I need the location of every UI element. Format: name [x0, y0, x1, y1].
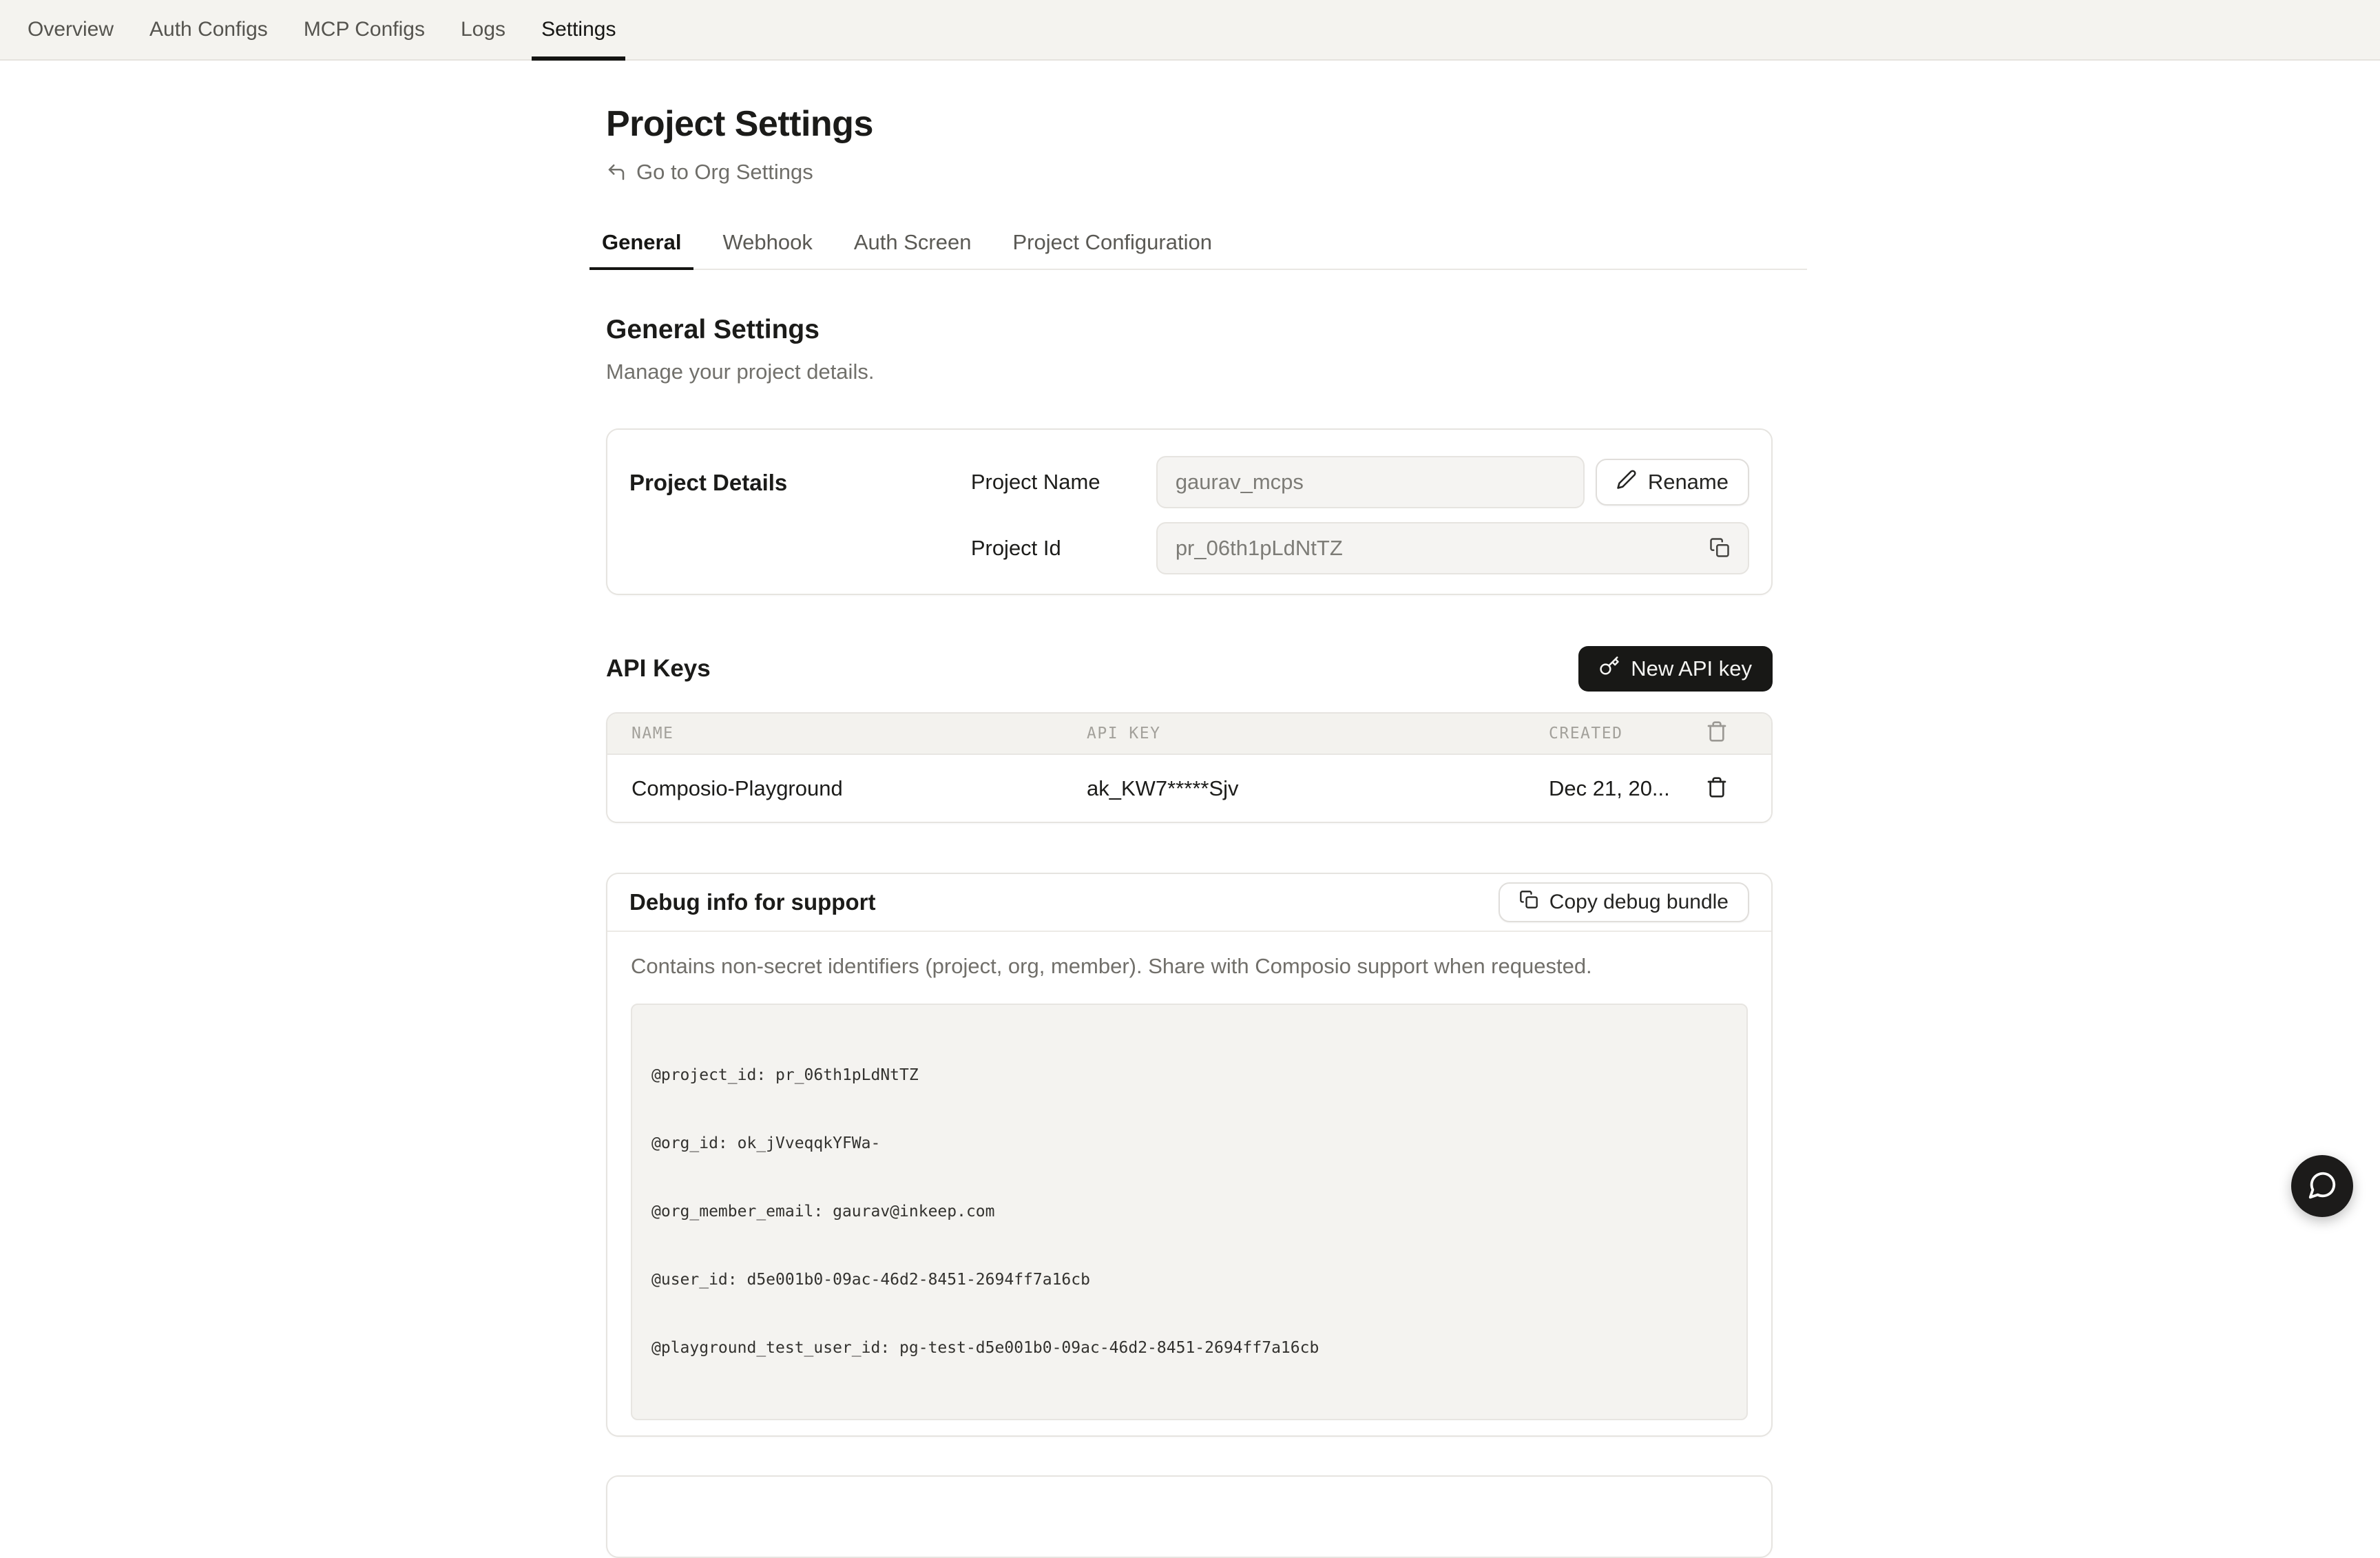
- copy-icon: [1519, 890, 1538, 915]
- general-settings-subtitle: Manage your project details.: [606, 360, 1807, 384]
- copy-debug-bundle-label: Copy debug bundle: [1549, 891, 1729, 914]
- api-keys-title: API Keys: [606, 655, 711, 683]
- tab-label: General: [602, 230, 681, 254]
- nav-tab-label: Overview: [28, 18, 114, 41]
- project-details-card-title: Project Details: [629, 456, 971, 574]
- nav-tab-mcp-configs[interactable]: MCP Configs: [294, 0, 435, 59]
- debug-card-body: Contains non-secret identifiers (project…: [607, 932, 1771, 1435]
- code-line: @project_id: pr_06th1pLdNtTZ: [651, 1064, 1727, 1087]
- page-title: Project Settings: [606, 103, 1807, 145]
- code-line: @user_id: d5e001b0-09ac-46d2-8451-2694ff…: [651, 1269, 1727, 1291]
- api-keys-header: API Keys New API key: [606, 646, 1773, 692]
- next-section-card: [606, 1475, 1773, 1558]
- project-details-fields: Project Name gaurav_mcps Rename Project …: [971, 456, 1749, 574]
- settings-tabs: General Webhook Auth Screen Project Conf…: [589, 218, 1807, 270]
- tab-project-configuration[interactable]: Project Configuration: [1000, 218, 1224, 269]
- chat-bubble-icon: [2306, 1170, 2338, 1203]
- api-key-created-cell: Dec 21, 20...: [1549, 776, 1706, 801]
- project-id-label: Project Id: [971, 536, 1156, 561]
- project-name-row: Project Name gaurav_mcps Rename: [971, 456, 1749, 508]
- nav-tab-label: MCP Configs: [304, 18, 425, 41]
- rename-button[interactable]: Rename: [1596, 459, 1749, 506]
- tab-auth-screen[interactable]: Auth Screen: [842, 218, 984, 269]
- project-name-value: gaurav_mcps: [1176, 470, 1304, 495]
- tab-label: Webhook: [722, 230, 812, 254]
- column-header-name: NAME: [607, 725, 1087, 742]
- key-icon: [1599, 656, 1620, 682]
- debug-card-header: Debug info for support Copy debug bundle: [607, 874, 1771, 932]
- project-id-field: pr_06th1pLdNtTZ: [1156, 522, 1749, 574]
- nav-tab-settings[interactable]: Settings: [532, 0, 625, 59]
- new-api-key-button-label: New API key: [1631, 656, 1752, 681]
- delete-api-key-button[interactable]: [1706, 776, 1728, 800]
- pencil-icon: [1616, 469, 1637, 495]
- api-key-name-cell: Composio-Playground: [607, 776, 1087, 801]
- nav-tab-label: Auth Configs: [149, 18, 268, 41]
- project-id-value: pr_06th1pLdNtTZ: [1176, 536, 1343, 561]
- project-name-label: Project Name: [971, 470, 1156, 495]
- code-line: @org_member_email: gaurav@inkeep.com: [651, 1201, 1727, 1223]
- org-settings-link[interactable]: Go to Org Settings: [606, 160, 813, 185]
- column-header-actions: [1706, 720, 1771, 747]
- tab-label: Auth Screen: [854, 230, 972, 254]
- nav-tab-auth-configs[interactable]: Auth Configs: [140, 0, 278, 59]
- project-details-card: Project Details Project Name gaurav_mcps…: [606, 428, 1773, 595]
- tab-label: Project Configuration: [1012, 230, 1212, 254]
- tab-general[interactable]: General: [589, 218, 693, 269]
- column-header-api-key: API KEY: [1087, 725, 1549, 742]
- top-nav: Overview Auth Configs MCP Configs Logs S…: [0, 0, 2380, 61]
- api-keys-table: NAME API KEY CREATED Composio-Playground…: [606, 712, 1773, 823]
- column-header-created: CREATED: [1549, 725, 1706, 742]
- trash-icon: [1706, 720, 1728, 747]
- nav-tab-logs[interactable]: Logs: [451, 0, 515, 59]
- rename-button-label: Rename: [1648, 470, 1729, 495]
- general-settings-title: General Settings: [606, 314, 1807, 346]
- new-api-key-button[interactable]: New API key: [1578, 646, 1773, 692]
- nav-tab-label: Logs: [461, 18, 505, 41]
- project-id-row: Project Id pr_06th1pLdNtTZ: [971, 522, 1749, 574]
- debug-identifiers-block: @project_id: pr_06th1pLdNtTZ @org_id: ok…: [631, 1004, 1748, 1420]
- trash-icon: [1706, 776, 1728, 800]
- copy-project-id-button[interactable]: [1709, 537, 1730, 560]
- tab-webhook[interactable]: Webhook: [710, 218, 824, 269]
- corner-up-left-icon: [606, 162, 627, 183]
- api-key-row: Composio-Playground ak_KW7*****Sjv Dec 2…: [607, 755, 1771, 822]
- debug-card-title: Debug info for support: [629, 889, 875, 915]
- chat-launcher-button[interactable]: [2291, 1155, 2353, 1217]
- project-name-input[interactable]: gaurav_mcps: [1156, 456, 1585, 508]
- api-key-value-cell: ak_KW7*****Sjv: [1087, 776, 1549, 801]
- nav-tab-overview[interactable]: Overview: [18, 0, 123, 59]
- org-settings-link-label: Go to Org Settings: [636, 160, 813, 185]
- copy-debug-bundle-button[interactable]: Copy debug bundle: [1499, 882, 1749, 922]
- debug-description: Contains non-secret identifiers (project…: [631, 954, 1748, 979]
- main-content: Project Settings Go to Org Settings Gene…: [589, 103, 1807, 1558]
- code-line: @org_id: ok_jVveqqkYFWa-: [651, 1132, 1727, 1155]
- copy-icon: [1709, 537, 1730, 560]
- nav-tab-label: Settings: [541, 18, 616, 41]
- code-line: @playground_test_user_id: pg-test-d5e001…: [651, 1337, 1727, 1360]
- debug-info-card: Debug info for support Copy debug bundle…: [606, 873, 1773, 1437]
- api-keys-table-header: NAME API KEY CREATED: [607, 714, 1771, 755]
